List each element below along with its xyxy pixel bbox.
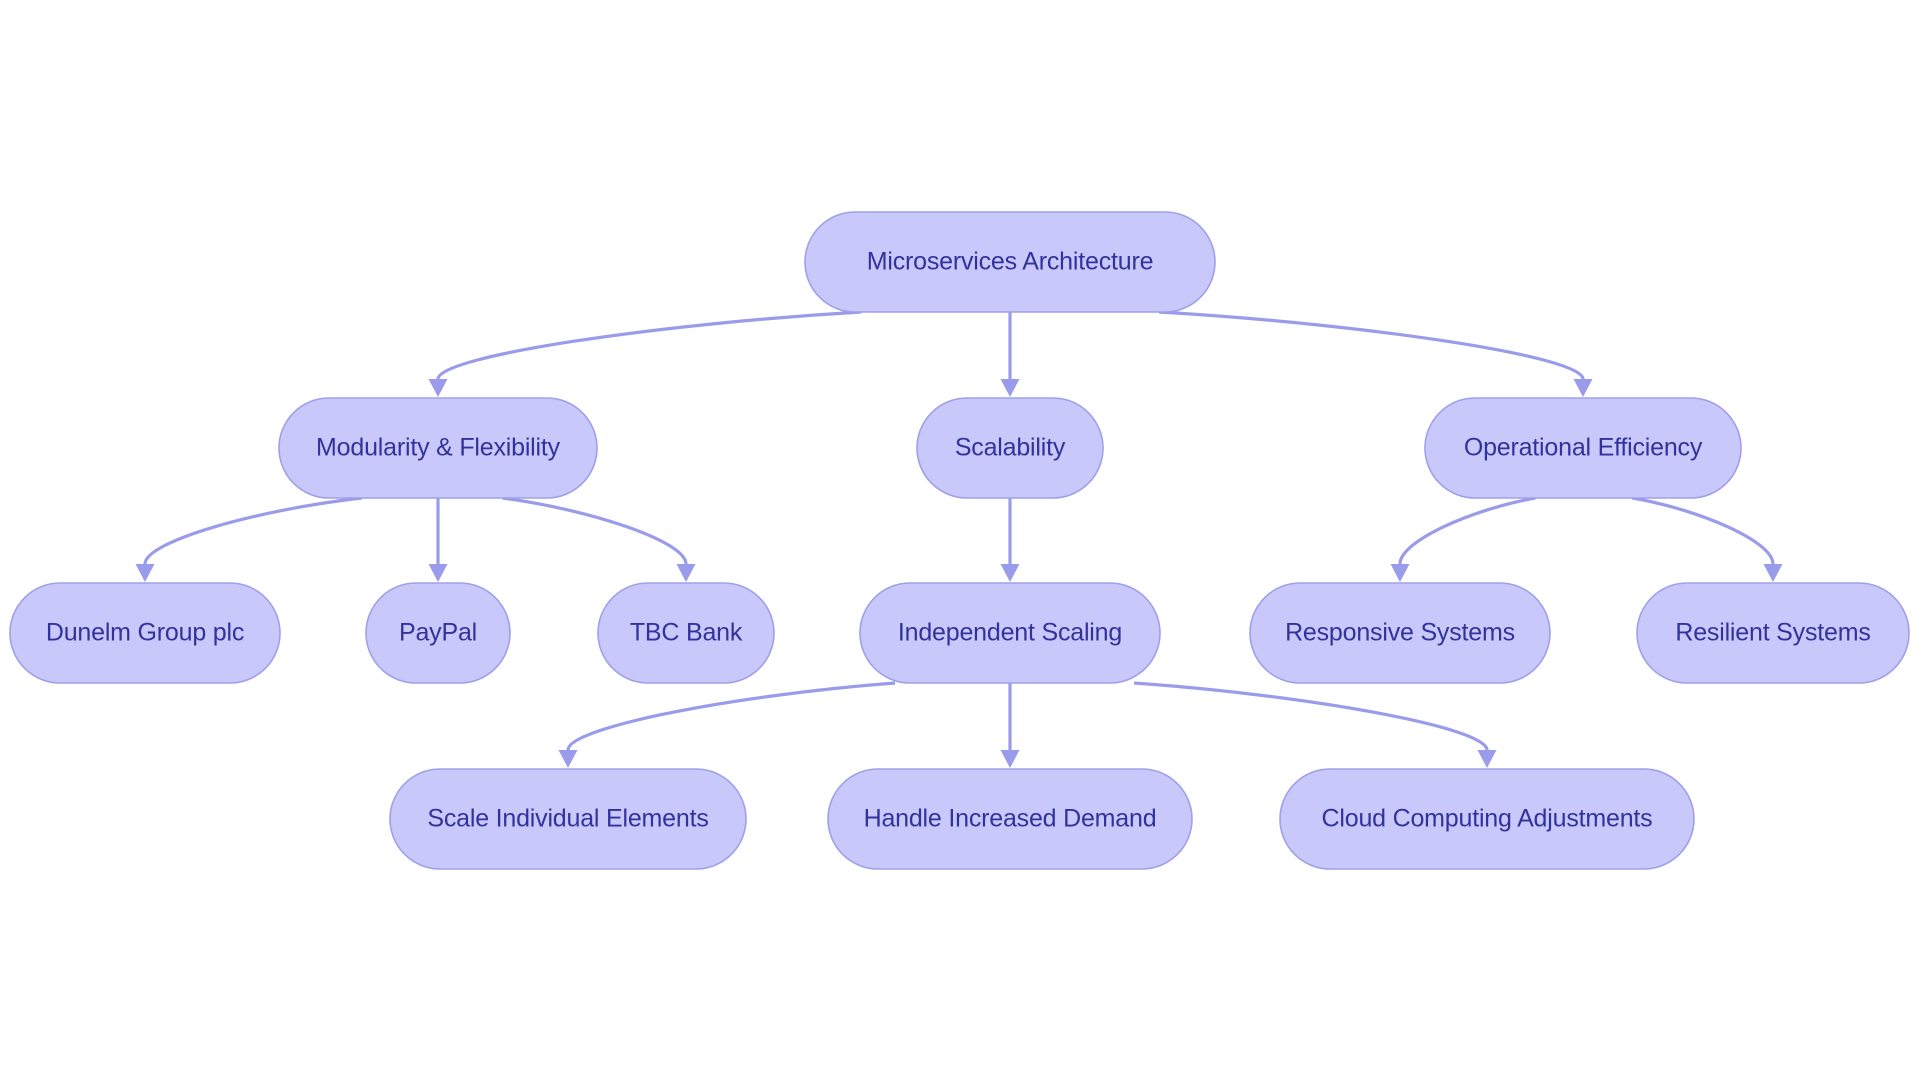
flow-edge: [428, 498, 448, 582]
flow-edge: [1000, 312, 1020, 397]
flow-edge: [1000, 498, 1020, 582]
node-shape: [859, 582, 1161, 684]
node-shape: [9, 582, 281, 684]
flow-node-demand[interactable]: Handle Increased Demand: [827, 768, 1193, 870]
edge-line: [436, 310, 862, 380]
flow-node-resilient[interactable]: Resilient Systems: [1636, 582, 1910, 684]
flow-node-responsive[interactable]: Responsive Systems: [1249, 582, 1551, 684]
flow-node-scalability[interactable]: Scalability: [916, 397, 1104, 499]
edge-arrowhead: [1000, 564, 1020, 582]
flow-node-tbc[interactable]: TBC Bank: [597, 582, 775, 684]
node-shape: [597, 582, 775, 684]
flow-node-paypal[interactable]: PayPal: [365, 582, 511, 684]
edge-line: [566, 681, 896, 751]
edge-arrowhead: [676, 564, 696, 582]
edge-arrowhead: [135, 564, 155, 582]
node-shape: [1636, 582, 1910, 684]
flow-node-operational[interactable]: Operational Efficiency: [1424, 397, 1742, 499]
node-layer: Microservices Architecture Modularity & F…: [9, 211, 1910, 870]
edge-line: [502, 496, 688, 565]
edge-arrowhead: [428, 379, 448, 397]
flow-edge: [1390, 496, 1536, 582]
flow-node-cloud[interactable]: Cloud Computing Adjustments: [1279, 768, 1695, 870]
flow-edge: [1133, 681, 1497, 768]
flow-edge: [135, 496, 362, 582]
node-shape: [827, 768, 1193, 870]
flow-edge: [502, 496, 696, 582]
edge-arrowhead: [1000, 750, 1020, 768]
node-shape: [365, 582, 511, 684]
node-shape: [278, 397, 598, 499]
edge-arrowhead: [558, 750, 578, 768]
flow-edge: [1158, 310, 1593, 397]
flowchart-canvas: Microservices Architecture Modularity & F…: [0, 0, 1920, 1080]
flow-node-scaleelem[interactable]: Scale Individual Elements: [389, 768, 747, 870]
edge-line: [1398, 496, 1536, 565]
flow-node-dunelm[interactable]: Dunelm Group plc: [9, 582, 281, 684]
flowchart-svg: Microservices Architecture Modularity & F…: [9, 211, 1910, 870]
flow-node-modularity[interactable]: Modularity & Flexibility: [278, 397, 598, 499]
edge-line: [143, 496, 362, 565]
node-shape: [389, 768, 747, 870]
flow-edge: [558, 681, 896, 768]
edge-line: [1158, 310, 1585, 380]
flow-node-root[interactable]: Microservices Architecture: [804, 211, 1216, 313]
node-shape: [916, 397, 1104, 499]
edge-line: [1133, 681, 1489, 751]
edge-arrowhead: [1573, 379, 1593, 397]
node-shape: [804, 211, 1216, 313]
edge-arrowhead: [1390, 564, 1410, 582]
edge-arrowhead: [1477, 750, 1497, 768]
flow-node-indscaling[interactable]: Independent Scaling: [859, 582, 1161, 684]
edge-arrowhead: [428, 564, 448, 582]
edge-arrowhead: [1763, 564, 1783, 582]
flow-edge: [428, 310, 862, 397]
flow-edge: [1000, 683, 1020, 768]
node-shape: [1279, 768, 1695, 870]
edge-layer: [135, 310, 1783, 768]
node-shape: [1424, 397, 1742, 499]
flow-edge: [1632, 496, 1783, 582]
edge-arrowhead: [1000, 379, 1020, 397]
node-shape: [1249, 582, 1551, 684]
edge-line: [1632, 496, 1775, 565]
